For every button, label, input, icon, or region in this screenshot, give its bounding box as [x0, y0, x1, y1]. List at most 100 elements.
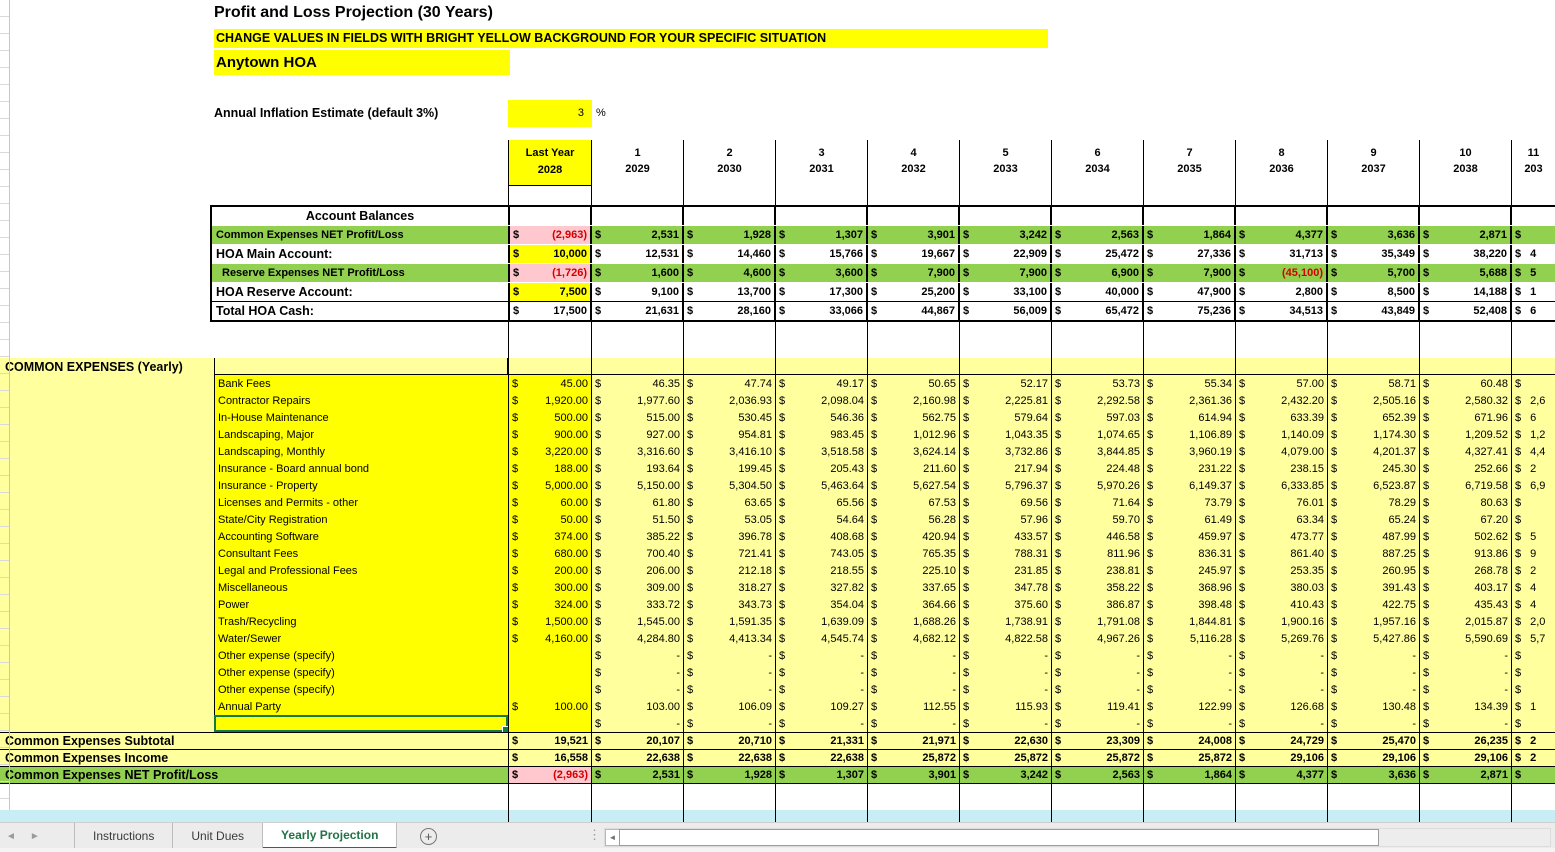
year-2036-cell[interactable]: $34,513 [1236, 302, 1328, 320]
year-2030-cell[interactable]: $53.05 [684, 511, 776, 528]
year-2036-cell[interactable] [1236, 207, 1328, 225]
year-2038-cell[interactable]: $2,015.87 [1420, 613, 1512, 630]
year-2031-cell[interactable]: $1,307 [776, 226, 868, 244]
last-year-cell[interactable]: $19,521 [508, 733, 592, 749]
year-2032-cell[interactable]: $25,200 [868, 283, 960, 301]
partial-year-cell[interactable] [1512, 358, 1555, 374]
year-2036-cell[interactable]: $4,377 [1236, 226, 1328, 244]
year-2031-cell[interactable]: $2,098.04 [776, 392, 868, 409]
partial-year-cell[interactable]: $ [1512, 375, 1555, 392]
year-2037-cell[interactable]: $245.30 [1328, 460, 1420, 477]
horizontal-scrollbar[interactable]: ◄ [604, 828, 1551, 847]
year-2030-cell[interactable]: $530.45 [684, 409, 776, 426]
year-2035-cell[interactable]: $614.94 [1144, 409, 1236, 426]
year-2031-cell[interactable]: $3,600 [776, 264, 868, 282]
year-2038-cell[interactable]: $- [1420, 681, 1512, 698]
year-2037-cell[interactable]: $260.95 [1328, 562, 1420, 579]
partial-year-cell[interactable]: $2 [1512, 750, 1555, 766]
year-2034-cell[interactable]: $811.96 [1052, 545, 1144, 562]
year-2035-cell[interactable]: $- [1144, 681, 1236, 698]
year-2033-cell[interactable]: $3,242 [960, 226, 1052, 244]
last-year-cell[interactable]: $(2,963) [508, 226, 592, 244]
year-2037-cell[interactable]: $- [1328, 664, 1420, 681]
year-2031-cell[interactable]: $- [776, 664, 868, 681]
partial-year-cell[interactable] [1512, 322, 1555, 358]
year-2031-cell[interactable]: $21,331 [776, 733, 868, 749]
year-2035-cell[interactable]: $122.99 [1144, 698, 1236, 715]
year-2033-cell[interactable]: $3,732.86 [960, 443, 1052, 460]
year-2033-cell[interactable]: $1,043.35 [960, 426, 1052, 443]
tab-nav-right-icon[interactable]: ► [30, 831, 40, 842]
expense-label-cell[interactable]: Contractor Repairs [214, 392, 508, 409]
partial-year-cell[interactable]: $ [1512, 767, 1555, 783]
year-2032-cell[interactable]: $- [868, 647, 960, 664]
last-year-cell[interactable]: $324.00 [508, 596, 592, 613]
year-2030-cell[interactable]: $47.74 [684, 375, 776, 392]
year-2034-cell[interactable]: $- [1052, 715, 1144, 732]
year-2030-cell[interactable]: $396.78 [684, 528, 776, 545]
tab-unit-dues[interactable]: Unit Dues [173, 823, 263, 849]
year-2037-cell[interactable] [1328, 784, 1420, 810]
year-2035-cell[interactable]: $6,149.37 [1144, 477, 1236, 494]
year-2030-cell[interactable]: $28,160 [684, 302, 776, 320]
partial-year-cell[interactable]: $4,4 [1512, 443, 1555, 460]
year-2035-cell[interactable]: $73.79 [1144, 494, 1236, 511]
year-2032-cell[interactable]: $50.65 [868, 375, 960, 392]
year-2034-cell[interactable]: $40,000 [1052, 283, 1144, 301]
year-2035-cell[interactable]: $61.49 [1144, 511, 1236, 528]
year-2033-cell[interactable]: $69.56 [960, 494, 1052, 511]
year-2038-cell[interactable]: $502.62 [1420, 528, 1512, 545]
last-year-cell[interactable] [508, 784, 592, 810]
year-2037-cell[interactable]: $- [1328, 647, 1420, 664]
year-2038-cell[interactable]: $14,188 [1420, 283, 1512, 301]
year-2037-cell[interactable]: $- [1328, 681, 1420, 698]
year-2038-cell[interactable] [1420, 358, 1512, 374]
year-2033-cell[interactable]: $33,100 [960, 283, 1052, 301]
year-2032-cell[interactable]: $562.75 [868, 409, 960, 426]
year-2029-cell[interactable] [592, 810, 684, 822]
year-2032-cell[interactable] [868, 784, 960, 810]
year-2032-cell[interactable]: $56.28 [868, 511, 960, 528]
year-2038-cell[interactable]: $134.39 [1420, 698, 1512, 715]
year-2036-cell[interactable]: $861.40 [1236, 545, 1328, 562]
year-2035-cell[interactable]: $1,844.81 [1144, 613, 1236, 630]
year-2033-cell[interactable] [960, 810, 1052, 822]
year-2031-cell[interactable] [776, 784, 868, 810]
year-2033-cell[interactable] [960, 784, 1052, 810]
last-year-cell[interactable]: $50.00 [508, 511, 592, 528]
year-2035-cell[interactable] [1144, 358, 1236, 374]
year-2031-cell[interactable]: $109.27 [776, 698, 868, 715]
year-2036-cell[interactable] [1236, 322, 1328, 358]
year-2032-cell[interactable]: $- [868, 715, 960, 732]
year-2032-cell[interactable]: $21,971 [868, 733, 960, 749]
year-2038-cell[interactable]: $4,327.41 [1420, 443, 1512, 460]
year-2033-cell[interactable]: $- [960, 715, 1052, 732]
year-2036-cell[interactable]: $1,140.09 [1236, 426, 1328, 443]
last-year-cell[interactable] [508, 322, 592, 358]
year-2031-cell[interactable] [776, 207, 868, 225]
year-2037-cell[interactable]: $- [1328, 715, 1420, 732]
year-2032-cell[interactable]: $765.35 [868, 545, 960, 562]
last-year-cell[interactable]: $(1,726) [508, 264, 592, 282]
year-2035-cell[interactable] [1144, 784, 1236, 810]
year-2030-cell[interactable]: $1,591.35 [684, 613, 776, 630]
year-2031-cell[interactable] [776, 810, 868, 822]
year-2030-cell[interactable]: $4,413.34 [684, 630, 776, 647]
expense-label-cell[interactable]: Miscellaneous [214, 579, 508, 596]
year-2033-cell[interactable] [960, 207, 1052, 225]
last-year-cell[interactable]: $60.00 [508, 494, 592, 511]
year-2036-cell[interactable]: $4,377 [1236, 767, 1328, 783]
year-2029-cell[interactable]: $103.00 [592, 698, 684, 715]
year-2031-cell[interactable]: $15,766 [776, 245, 868, 263]
partial-year-cell[interactable]: $ [1512, 511, 1555, 528]
last-year-cell[interactable] [508, 358, 592, 374]
expense-label-cell[interactable]: In-House Maintenance [214, 409, 508, 426]
year-2036-cell[interactable]: $380.03 [1236, 579, 1328, 596]
year-2037-cell[interactable]: $887.25 [1328, 545, 1420, 562]
year-2029-cell[interactable]: $206.00 [592, 562, 684, 579]
year-2031-cell[interactable]: $546.36 [776, 409, 868, 426]
last-year-cell[interactable]: $200.00 [508, 562, 592, 579]
year-2034-cell[interactable]: $3,844.85 [1052, 443, 1144, 460]
last-year-cell[interactable]: $300.00 [508, 579, 592, 596]
year-2030-cell[interactable]: $13,700 [684, 283, 776, 301]
